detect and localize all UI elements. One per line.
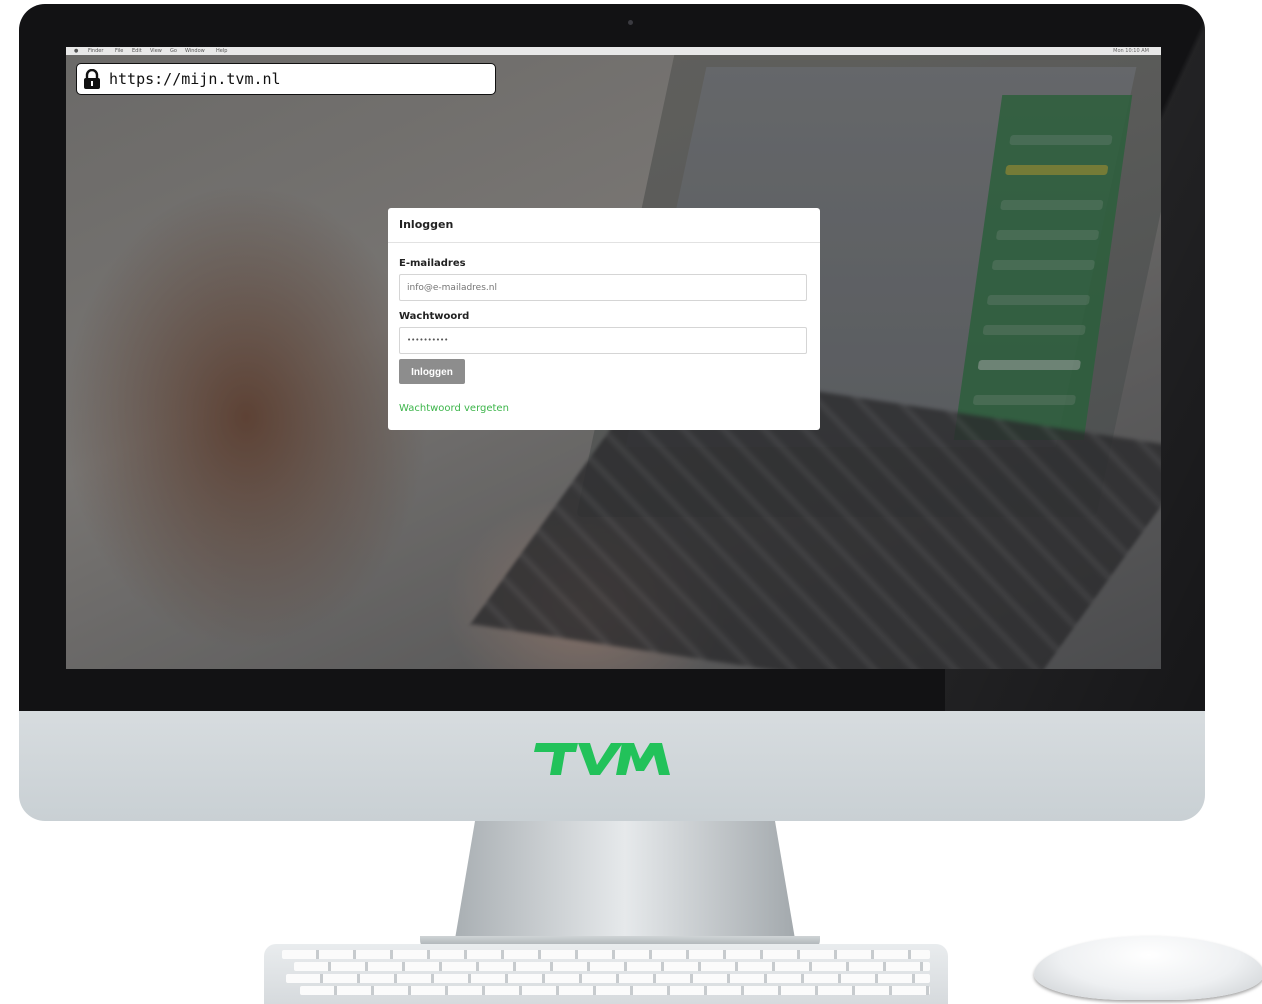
lock-icon: [84, 69, 100, 89]
keyboard: [264, 944, 948, 1004]
url-text[interactable]: https://mijn.tvm.nl: [109, 64, 281, 94]
menu-file[interactable]: File: [115, 47, 123, 55]
menubar: ● Finder File Edit View Go Window Help M…: [66, 47, 1161, 55]
mouse: [1034, 936, 1262, 1000]
menubar-clock: Mon 10:10 AM: [1113, 48, 1149, 54]
email-field[interactable]: [399, 274, 807, 301]
menu-view[interactable]: View: [150, 47, 162, 55]
forgot-password-link[interactable]: Wachtwoord vergeten: [399, 403, 509, 414]
login-title: Inloggen: [399, 218, 454, 231]
password-label: Wachtwoord: [399, 311, 470, 322]
screen: ● Finder File Edit View Go Window Help M…: [66, 47, 1161, 669]
monitor-stand: [455, 821, 795, 939]
email-label: E-mailadres: [399, 258, 466, 269]
menu-help[interactable]: Help: [216, 47, 227, 55]
login-button[interactable]: Inloggen: [399, 359, 465, 384]
login-card: Inloggen E-mailadres Wachtwoord ••••••••…: [388, 208, 820, 430]
menu-edit[interactable]: Edit: [132, 47, 142, 55]
camera-dot: [628, 20, 633, 25]
address-bar[interactable]: https://mijn.tvm.nl: [76, 63, 496, 95]
menu-finder[interactable]: Finder: [88, 47, 103, 55]
apple-icon[interactable]: ●: [74, 47, 78, 55]
password-field[interactable]: ••••••••••: [399, 327, 807, 354]
menu-go[interactable]: Go: [170, 47, 177, 55]
menu-window[interactable]: Window: [185, 47, 205, 55]
tvm-logo: [534, 743, 670, 775]
card-divider: [388, 242, 820, 243]
